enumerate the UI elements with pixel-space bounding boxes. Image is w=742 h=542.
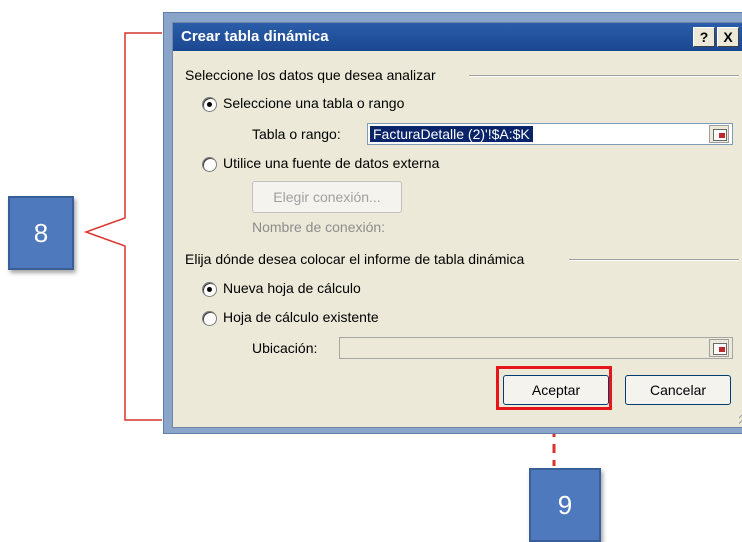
brace-bracket: [83, 32, 162, 421]
radio-table-range[interactable]: [202, 97, 217, 112]
callout-8-label: 8: [33, 217, 49, 248]
table-range-input[interactable]: FacturaDetalle (2)'!$A:$K: [367, 123, 733, 145]
pivot-table-dialog: Crear tabla dinámica ? X Seleccione los …: [172, 22, 742, 428]
radio-existing-sheet[interactable]: [202, 311, 217, 326]
location-picker-icon[interactable]: [709, 339, 729, 357]
section-placement-title: Elija dónde desea colocar el informe de …: [185, 251, 525, 267]
table-range-value: FacturaDetalle (2)'!$A:$K: [370, 126, 533, 142]
radio-table-range-label: Seleccione una tabla o rango: [223, 95, 405, 111]
radio-external-source-label: Utilice una fuente de datos externa: [223, 155, 440, 171]
title-bar: Crear tabla dinámica ? X: [173, 23, 742, 51]
help-button[interactable]: ?: [693, 27, 715, 47]
section-divider: [469, 75, 739, 77]
section-select-data-title: Seleccione los datos que desea analizar: [185, 67, 436, 83]
radio-new-sheet-label: Nueva hoja de cálculo: [223, 280, 361, 296]
callout-8: 8: [8, 196, 74, 270]
cancel-button[interactable]: Cancelar: [625, 375, 731, 405]
radio-existing-sheet-label: Hoja de cálculo existente: [223, 309, 379, 325]
dialog-title: Crear tabla dinámica: [181, 28, 329, 45]
choose-connection-button[interactable]: Elegir conexión...: [252, 181, 402, 213]
callout-9-label: 9: [557, 489, 573, 520]
section-divider: [569, 259, 739, 261]
radio-external-source[interactable]: [202, 157, 217, 172]
range-picker-icon[interactable]: [709, 125, 729, 143]
location-label: Ubicación:: [252, 340, 318, 356]
table-range-label: Tabla o rango:: [252, 126, 341, 142]
connection-name-label: Nombre de conexión:: [252, 219, 386, 235]
close-button[interactable]: X: [717, 27, 739, 47]
location-input[interactable]: [339, 337, 733, 359]
radio-new-sheet[interactable]: [202, 282, 217, 297]
ok-button-highlight: [496, 366, 612, 410]
callout-9: 9: [529, 468, 601, 542]
